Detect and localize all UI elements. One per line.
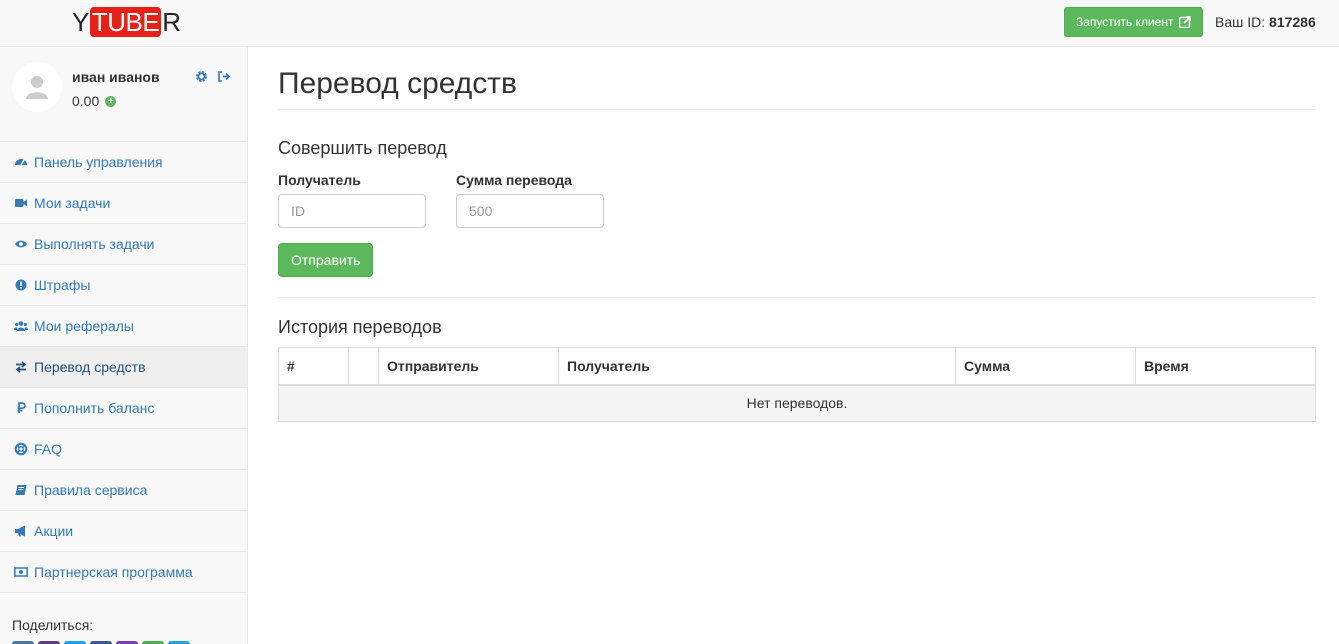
top-navbar: Y TUBE R Запустить клиент Ваш ID: 817286 bbox=[0, 0, 1339, 47]
profile-username: иван иванов bbox=[72, 69, 160, 85]
share-label: Поделиться: bbox=[12, 617, 94, 633]
bullhorn-icon bbox=[14, 524, 28, 538]
sidebar-item-promotions[interactable]: Акции bbox=[0, 510, 247, 551]
sidebar-item-referrals[interactable]: Мои рефералы bbox=[0, 305, 247, 346]
sidebar-item-faq[interactable]: FAQ bbox=[0, 428, 247, 469]
ruble-icon bbox=[14, 401, 28, 415]
profile-actions bbox=[195, 70, 231, 83]
profile-panel: иван иванов 0.00 + bbox=[0, 47, 247, 141]
sidebar-item-partner-program[interactable]: Партнерская программа bbox=[0, 551, 247, 592]
lifebuoy-icon bbox=[14, 442, 28, 456]
user-id-display: Ваш ID: 817286 bbox=[1215, 14, 1316, 30]
add-funds-icon[interactable]: + bbox=[105, 95, 117, 107]
logo-part-tube: TUBE bbox=[89, 7, 162, 37]
recipient-id-input[interactable] bbox=[278, 194, 426, 228]
launch-client-label: Запустить клиент bbox=[1076, 15, 1174, 29]
avatar bbox=[12, 62, 62, 112]
sidebar-item-label: Партнерская программа bbox=[34, 564, 193, 580]
sidebar-item-label: Правила сервиса bbox=[34, 482, 148, 498]
sidebar-item-label: Штрафы bbox=[34, 277, 91, 293]
launch-client-button[interactable]: Запустить клиент bbox=[1064, 7, 1204, 37]
logo-part-r: R bbox=[162, 7, 181, 37]
sidebar-item-top-up[interactable]: Пополнить баланс bbox=[0, 387, 247, 428]
video-camera-icon bbox=[14, 196, 28, 210]
send-button[interactable]: Отправить bbox=[278, 243, 374, 277]
sidebar-item-label: Мои задачи bbox=[34, 195, 111, 211]
column-header-number[interactable]: # bbox=[278, 347, 349, 386]
form-divider bbox=[278, 297, 1316, 298]
exclamation-icon bbox=[14, 278, 28, 292]
sidebar-item-do-tasks[interactable]: Выполнять задачи bbox=[0, 223, 247, 264]
profile-balance: 0.00 + bbox=[72, 93, 117, 109]
gear-icon[interactable] bbox=[195, 70, 208, 83]
sidebar-item-label: Пополнить баланс bbox=[34, 400, 155, 416]
column-header-amount[interactable]: Сумма bbox=[955, 347, 1136, 386]
sidebar-item-label: Мои рефералы bbox=[34, 318, 134, 334]
logout-icon[interactable] bbox=[217, 70, 231, 83]
sidebar-nav: Панель управления Мои задачи Выполнять з… bbox=[0, 141, 247, 593]
ytuber-logo[interactable]: Y TUBE R bbox=[72, 7, 181, 37]
column-header-recipient[interactable]: Получатель bbox=[558, 347, 956, 386]
logo-part-y: Y bbox=[72, 7, 89, 37]
recipient-label: Получатель bbox=[278, 172, 361, 188]
user-id-label: Ваш ID: bbox=[1215, 14, 1266, 30]
sidebar-item-rules[interactable]: Правила сервиса bbox=[0, 469, 247, 510]
column-header-sender[interactable]: Отправитель bbox=[378, 347, 559, 386]
table-row: Нет переводов. bbox=[278, 384, 1316, 422]
amount-label: Сумма перевода bbox=[456, 172, 572, 188]
eye-icon bbox=[14, 237, 28, 251]
book-icon bbox=[14, 483, 28, 497]
table-header-row: # Отправитель Получатель Сумма Время bbox=[278, 347, 1316, 386]
transfer-history-table: # Отправитель Получатель Сумма Время Нет… bbox=[278, 347, 1316, 422]
transfer-form-title: Совершить перевод bbox=[278, 138, 447, 158]
sidebar: иван иванов 0.00 + Панель управления Мои… bbox=[0, 47, 248, 644]
exchange-icon bbox=[14, 360, 28, 374]
sidebar-nav-divider bbox=[0, 592, 247, 593]
user-id-value: 817286 bbox=[1269, 14, 1316, 30]
balance-value: 0.00 bbox=[72, 93, 100, 109]
users-icon bbox=[14, 319, 28, 333]
title-divider bbox=[278, 109, 1316, 110]
dashboard-icon bbox=[14, 155, 28, 169]
amount-input[interactable] bbox=[456, 194, 604, 228]
column-header-time[interactable]: Время bbox=[1135, 347, 1316, 386]
sidebar-item-my-tasks[interactable]: Мои задачи bbox=[0, 182, 247, 223]
column-header-blank bbox=[348, 347, 379, 386]
sidebar-item-label: FAQ bbox=[34, 441, 63, 457]
sidebar-item-dashboard[interactable]: Панель управления bbox=[0, 141, 247, 182]
user-silhouette-icon bbox=[26, 76, 48, 99]
sidebar-item-penalties[interactable]: Штрафы bbox=[0, 264, 247, 305]
history-title: История переводов bbox=[278, 317, 442, 337]
sidebar-item-label: Панель управления bbox=[34, 154, 163, 170]
empty-table-message: Нет переводов. bbox=[278, 384, 1316, 422]
page-title: Перевод средств bbox=[278, 67, 517, 100]
money-icon bbox=[14, 565, 28, 579]
sidebar-item-label: Акции bbox=[34, 523, 74, 539]
external-link-icon bbox=[1179, 16, 1192, 28]
sidebar-item-label: Перевод средств bbox=[34, 359, 146, 375]
sidebar-item-transfer[interactable]: Перевод средств bbox=[0, 346, 247, 387]
sidebar-item-label: Выполнять задачи bbox=[34, 236, 155, 252]
